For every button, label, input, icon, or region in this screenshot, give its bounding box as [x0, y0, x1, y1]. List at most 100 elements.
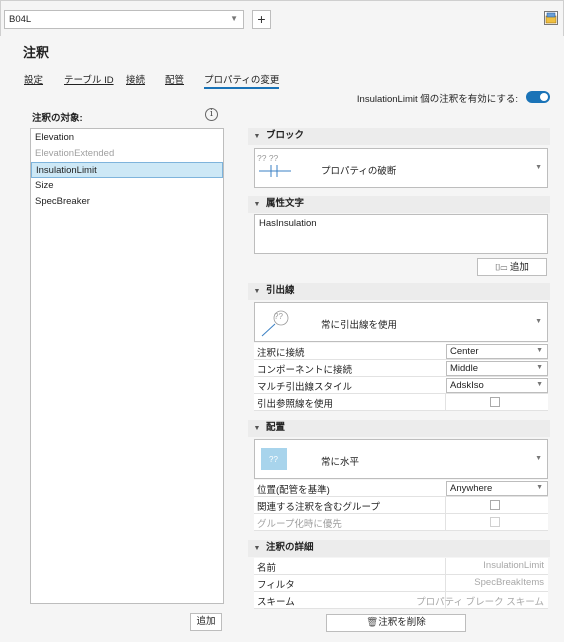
use-landing-checkbox[interactable]: [490, 397, 500, 407]
connect-component-select[interactable]: Middle ▼: [446, 361, 548, 376]
collapse-icon: ▼: [253, 425, 261, 432]
prop-row-connect-component: コンポーネントに接続 Middle ▼: [254, 360, 548, 377]
add-button[interactable]: +: [252, 10, 271, 29]
list-item[interactable]: Size: [31, 178, 223, 194]
annotation-target-list[interactable]: Elevation ElevationExtended InsulationLi…: [30, 128, 224, 604]
details-section-title: 注釈の詳細: [266, 542, 314, 553]
annotation-target-label: 注釈の対象:: [32, 113, 83, 124]
info-icon[interactable]: i: [205, 108, 218, 121]
group-priority-checkbox[interactable]: [490, 517, 500, 527]
leader-style-text: 常に引出線を使用: [321, 320, 398, 331]
page-header: 注釈: [0, 36, 564, 62]
chevron-down-icon: ▼: [230, 14, 238, 23]
block-section-title: ブロック: [266, 130, 305, 141]
chevron-down-icon: ▼: [536, 381, 543, 388]
details-section-header[interactable]: ▼ 注釈の詳細: [248, 540, 550, 557]
prop-row-group-related: 関連する注釈を含むグループ: [254, 497, 548, 514]
prop-label: マルチ引出線スタイル: [257, 382, 353, 393]
page-title: 注釈: [23, 45, 50, 60]
list-item[interactable]: Elevation: [31, 130, 223, 146]
detail-value: プロパティ ブレーク スキーム: [416, 597, 544, 608]
top-bar: B04L ▼ +: [0, 0, 564, 36]
leader-section-header[interactable]: ▼ 引出線: [248, 283, 550, 300]
toggle-knob: [540, 93, 548, 101]
prop-value: Anywhere: [450, 483, 493, 494]
tab-piping[interactable]: 配管: [165, 72, 184, 86]
column-divider: [445, 394, 446, 411]
detail-row-filter: フィルタ SpecBreakItems: [254, 575, 548, 592]
part-combo[interactable]: B04L ▼: [4, 10, 244, 29]
placement-style-select[interactable]: ?? 常に水平 ▼: [254, 439, 548, 479]
tab-connections[interactable]: 接続: [126, 72, 145, 86]
list-item[interactable]: SpecBreaker: [31, 194, 223, 210]
mleader-style-select[interactable]: AdskIso ▼: [446, 378, 548, 393]
placement-style-text: 常に水平: [321, 457, 360, 468]
delete-annotation-button[interactable]: 🗑注釈を削除: [326, 614, 466, 632]
tab-bar: 設定 テーブル ID 接続 配管 プロパティの変更: [0, 70, 564, 90]
enable-label: InsulationLimit 個の注釈を有効にする:: [356, 94, 518, 105]
prop-value: Center: [450, 346, 479, 357]
prop-label: フィルタ: [257, 580, 295, 591]
placement-section-header[interactable]: ▼ 配置: [248, 420, 550, 437]
attr-section-header[interactable]: ▼ 属性文字: [248, 196, 550, 213]
list-item[interactable]: InsulationLimit: [31, 162, 223, 178]
prop-row-mleader-style: マルチ引出線スタイル AdskIso ▼: [254, 377, 548, 394]
delete-annotation-label: 注釈を削除: [378, 617, 426, 628]
tab-property-change[interactable]: プロパティの変更: [204, 72, 280, 89]
block-thumb-text: ?? ??: [257, 153, 279, 163]
collapse-icon: ▼: [253, 545, 261, 552]
prop-label: 引出参照線を使用: [257, 399, 334, 410]
prop-row-group-priority: グループ化時に優先: [254, 514, 548, 531]
block-style-select[interactable]: ?? ?? プロパティの破断 ▼: [254, 148, 548, 188]
chevron-down-icon: ▼: [535, 164, 542, 171]
detail-row-scheme: スキーム プロパティ ブレーク スキーム: [254, 592, 548, 609]
detail-value: SpecBreakItems: [474, 577, 544, 588]
chevron-down-icon: ▼: [535, 318, 542, 325]
collapse-icon: ▼: [253, 133, 261, 140]
block-style-text: プロパティの破断: [321, 166, 397, 177]
chevron-down-icon: ▼: [535, 455, 542, 462]
prop-row-use-landing: 引出参照線を使用: [254, 394, 548, 411]
prop-label: 関連する注釈を含むグループ: [257, 502, 380, 513]
collapse-icon: ▼: [253, 288, 261, 295]
connect-annotation-select[interactable]: Center ▼: [446, 344, 548, 359]
list-item[interactable]: ElevationExtended: [31, 146, 223, 162]
add-attr-label: 追加: [509, 262, 529, 273]
position-select[interactable]: Anywhere ▼: [446, 481, 548, 496]
column-divider: [445, 497, 446, 514]
placement-section-title: 配置: [266, 422, 286, 433]
chevron-down-icon: ▼: [536, 364, 543, 371]
settings-icon[interactable]: [544, 11, 558, 25]
group-related-checkbox[interactable]: [490, 500, 500, 510]
leader-thumb-text: ??: [274, 312, 283, 321]
leader-style-select[interactable]: ?? 常に引出線を使用 ▼: [254, 302, 548, 342]
prop-label: 位置(配管を基準): [257, 485, 330, 496]
block-section-header[interactable]: ▼ ブロック: [248, 128, 550, 145]
prop-row-position: 位置(配管を基準) Anywhere ▼: [254, 480, 548, 497]
column-divider: [445, 575, 446, 592]
chevron-down-icon: ▼: [536, 347, 543, 354]
collapse-icon: ▼: [253, 201, 261, 208]
prop-label: 注釈に接続: [257, 348, 305, 359]
leader-section-title: 引出線: [266, 285, 295, 296]
prop-label: コンポーネントに接続: [257, 365, 353, 376]
add-attr-button[interactable]: ⌷▭ 追加: [477, 258, 547, 276]
attr-text-value: HasInsulation: [259, 218, 317, 229]
prop-label: グループ化時に優先: [257, 519, 342, 530]
add-field-icon: ⌷▭: [495, 262, 510, 272]
attr-text-box[interactable]: HasInsulation: [254, 214, 548, 254]
part-combo-value: B04L: [9, 14, 32, 25]
enable-row: InsulationLimit 個の注釈を有効にする:: [0, 90, 564, 106]
placement-thumb-text: ??: [269, 455, 278, 464]
tab-table-id[interactable]: テーブル ID: [64, 72, 114, 86]
enable-toggle[interactable]: [526, 91, 550, 103]
trash-icon: 🗑: [366, 617, 379, 628]
column-divider: [445, 514, 446, 531]
detail-value: InsulationLimit: [483, 560, 544, 571]
add-target-button[interactable]: 追加: [190, 613, 222, 631]
attr-section-title: 属性文字: [266, 198, 305, 209]
tab-settings[interactable]: 設定: [24, 72, 43, 86]
prop-row-connect-annotation: 注釈に接続 Center ▼: [254, 343, 548, 360]
prop-label: 名前: [257, 563, 277, 574]
prop-label: スキーム: [257, 597, 295, 608]
